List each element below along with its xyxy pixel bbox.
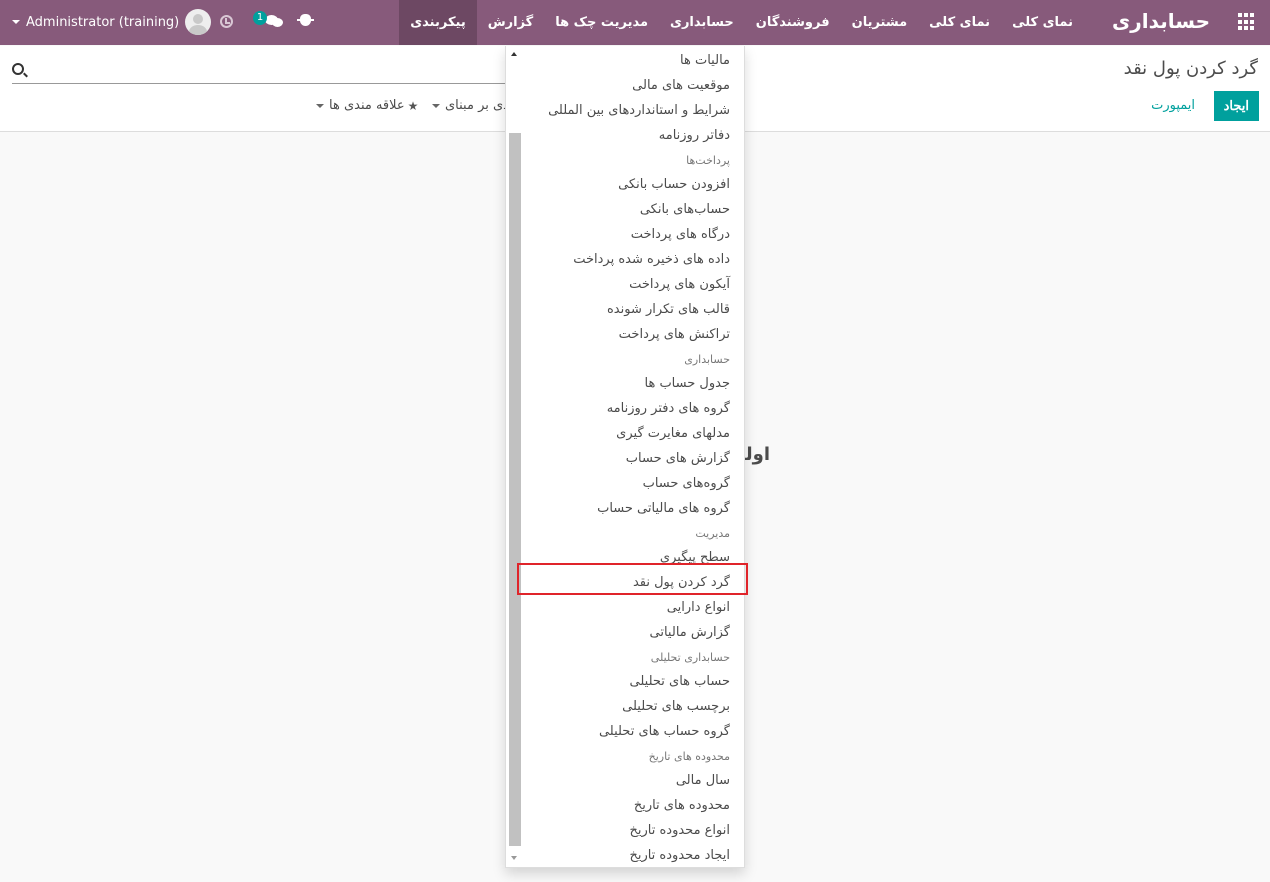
chevron-down-icon xyxy=(12,20,20,24)
menu-section-header: پرداخت‌ها xyxy=(686,154,730,167)
highlight-annotation-box xyxy=(517,563,748,595)
menu-reporting[interactable]: گزارش xyxy=(477,0,545,45)
dropdown-scrollbar[interactable] xyxy=(509,46,521,868)
menu-item[interactable]: شرایط و استانداردهای بین المللی xyxy=(548,103,730,118)
breadcrumb: گرد کردن پول نقد xyxy=(1123,58,1258,79)
create-button[interactable]: ایجاد xyxy=(1213,91,1259,121)
star-icon: ★ xyxy=(407,98,419,113)
menu-configuration[interactable]: پیکربندی xyxy=(399,0,477,45)
menu-item[interactable]: قالب های تکرار شونده xyxy=(607,302,730,317)
menu-vendors[interactable]: فروشندگان xyxy=(745,0,841,45)
scroll-thumb[interactable] xyxy=(509,133,521,846)
bug-icon[interactable] xyxy=(297,14,314,26)
menu-item[interactable]: جدول حساب ها xyxy=(645,376,731,391)
menu-item[interactable]: آیکون های پرداخت xyxy=(629,277,730,292)
groupby-dropdown[interactable]: گروه بندی بر مبنای xyxy=(432,98,506,113)
menu-accounting[interactable]: حسابداری xyxy=(659,0,745,45)
menu-section-header: حسابداری xyxy=(684,353,730,366)
menu-item[interactable]: ایجاد محدوده تاریخ xyxy=(629,848,730,863)
import-button[interactable]: ایمپورت xyxy=(1151,91,1195,121)
menu-overview-1[interactable]: نمای کلی xyxy=(1001,0,1084,45)
apps-grid-icon[interactable] xyxy=(1238,13,1256,31)
menu-item[interactable]: تراکنش های پرداخت xyxy=(619,327,730,342)
menu-section-header: مدیریت xyxy=(695,527,730,540)
main-menu: نمای کلی نمای کلی مشتریان فروشندگان حساب… xyxy=(399,0,1084,45)
menu-item[interactable]: گزارش های حساب xyxy=(626,451,730,466)
menu-item[interactable]: گروه های دفتر روزنامه xyxy=(607,401,730,416)
search-icon xyxy=(12,63,24,75)
menu-item[interactable]: مدلهای مغایرت گیری xyxy=(616,426,730,441)
chevron-down-icon xyxy=(432,103,440,108)
menu-check-management[interactable]: مدیریت چک ها xyxy=(544,0,659,45)
menu-item[interactable]: حساب های تحلیلی xyxy=(630,674,730,689)
menu-item[interactable]: برچسب های تحلیلی xyxy=(622,699,730,714)
favorites-dropdown[interactable]: علاقه مندی ها ★ xyxy=(316,98,418,113)
menu-item[interactable]: مالیات ها xyxy=(680,53,730,68)
menu-item[interactable]: افزودن حساب بانکی xyxy=(618,177,730,192)
menu-item[interactable]: انواع محدوده تاریخ xyxy=(629,823,730,838)
menu-item[interactable]: درگاه های پرداخت xyxy=(631,227,730,242)
menu-item[interactable]: سال مالی xyxy=(676,773,730,788)
menu-item[interactable]: دفاتر روزنامه xyxy=(659,128,730,143)
menu-section-header: حسابداری تحلیلی xyxy=(650,651,730,664)
scroll-down-icon[interactable] xyxy=(511,856,517,860)
top-navbar: حسابداری نمای کلی نمای کلی مشتریان فروشن… xyxy=(0,0,1270,45)
clock-icon[interactable] xyxy=(220,15,233,28)
favorites-label: علاقه مندی ها xyxy=(329,98,405,113)
app-brand: حسابداری xyxy=(1111,9,1210,33)
menu-customers[interactable]: مشتریان xyxy=(841,0,919,45)
menu-item[interactable]: انواع دارایی xyxy=(667,600,730,615)
menu-item[interactable]: گروه‌های حساب xyxy=(643,476,730,491)
avatar xyxy=(185,9,212,35)
configuration-dropdown: مالیات ها موقعیت های مالی شرایط و استاندار… xyxy=(505,46,745,868)
menu-item[interactable]: موقعیت های مالی xyxy=(632,78,730,93)
chevron-down-icon xyxy=(316,103,324,108)
menu-item[interactable]: محدوده های تاریخ xyxy=(634,798,730,813)
menu-item[interactable]: گزارش مالیاتی xyxy=(650,625,730,640)
menu-item[interactable]: گروه های مالیاتی حساب xyxy=(597,501,730,516)
scroll-up-icon[interactable] xyxy=(511,52,517,56)
search-input[interactable] xyxy=(12,62,507,84)
user-menu[interactable]: Administrator (training) xyxy=(12,9,212,35)
menu-overview-2[interactable]: نمای کلی xyxy=(918,0,1001,45)
menu-item[interactable]: داده های ذخیره شده پرداخت xyxy=(573,252,730,267)
message-count-badge: 1 xyxy=(253,11,267,25)
menu-item[interactable]: گروه حساب های تحلیلی xyxy=(599,724,730,739)
menu-section-header: محدوده های تاریخ xyxy=(648,750,730,763)
menu-item[interactable]: حساب‌های بانکی xyxy=(640,202,730,217)
groupby-label: گروه بندی بر مبنای xyxy=(445,98,506,113)
user-name: Administrator (training) xyxy=(26,14,180,30)
